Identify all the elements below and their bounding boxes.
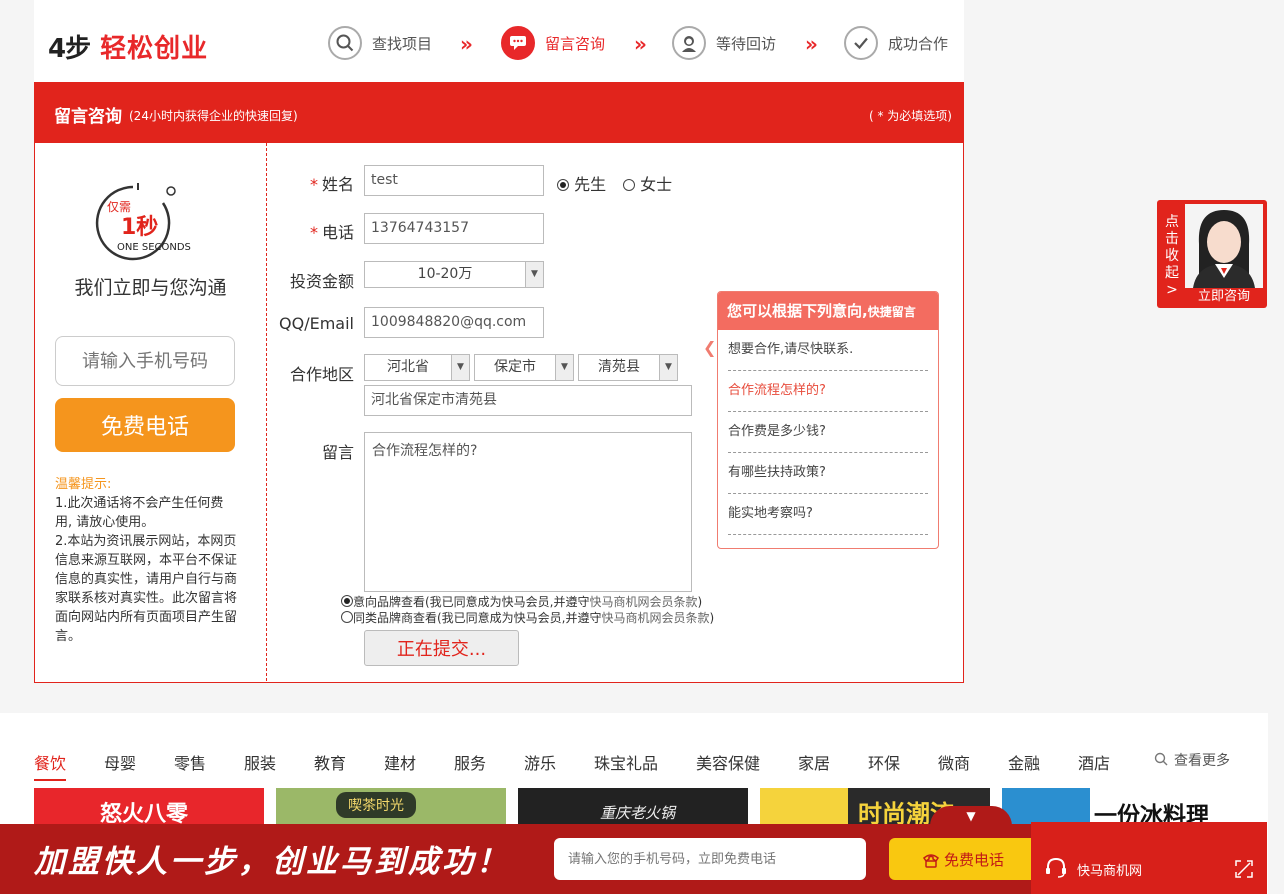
message-textarea[interactable]: 合作流程怎样的? <box>364 432 692 592</box>
name-label: * 姓名 <box>309 175 354 194</box>
phone-icon <box>922 853 939 868</box>
submit-button[interactable]: 正在提交... <box>364 630 519 666</box>
step-arrow: » <box>460 32 473 56</box>
consult-form: 仅需 1秒 ONE SECONDS 我们立即与您沟通 免费电话 温馨提示: 1.… <box>34 143 964 683</box>
footer-phone-input[interactable] <box>554 838 866 880</box>
county-select[interactable]: 清苑县 ▼ <box>578 354 678 381</box>
category-tab[interactable]: 金融 <box>1008 750 1040 774</box>
category-tab[interactable]: 教育 <box>314 750 346 774</box>
agree-similar[interactable]: 同类品牌商查看(我已同意成为快马会员,并遵守快马商机网会员条款) <box>341 609 714 626</box>
step-wait-callback: 等待回访 <box>672 25 776 61</box>
phone-input[interactable]: 13764743157 <box>364 213 544 244</box>
view-more-link[interactable]: 查看更多 <box>1154 750 1230 770</box>
category-tab[interactable]: 游乐 <box>524 750 556 774</box>
step-header: 4步 轻松创业 查找项目 » 留言咨询 » 等待回访 » 成功合作 <box>34 0 964 82</box>
radio-male[interactable] <box>557 179 569 191</box>
step-arrow: » <box>634 32 647 56</box>
chat-label: 快马商机网 <box>1077 864 1143 879</box>
qq-label: QQ/Email <box>279 314 354 333</box>
category-tab[interactable]: 美容保健 <box>696 750 760 774</box>
agent-avatar <box>1185 204 1263 288</box>
footer-call-button[interactable]: 免费电话 <box>889 838 1037 880</box>
category-tab[interactable]: 餐饮 <box>34 750 67 781</box>
address-input[interactable]: 河北省保定市清苑县 <box>364 385 692 416</box>
step-success: 成功合作 <box>844 25 948 61</box>
required-note: ( * 为必填选项) <box>869 109 952 123</box>
online-chat-panel[interactable]: 快马商机网 <box>1031 822 1267 894</box>
category-tab[interactable]: 环保 <box>868 750 900 774</box>
category-tab[interactable]: 微商 <box>938 750 970 774</box>
quick-message-panel: 您可以根据下列意向,快捷留言 想要合作,请尽快联系. 合作流程怎样的? 合作费是… <box>717 291 939 549</box>
step-arrow: » <box>805 32 818 56</box>
category-tab[interactable]: 服务 <box>454 750 486 774</box>
radio-female[interactable] <box>623 179 635 191</box>
category-tab[interactable]: 零售 <box>174 750 206 774</box>
category-tab[interactable]: 建材 <box>384 750 416 774</box>
amount-label: 投资金额 <box>289 272 354 291</box>
quick-item[interactable]: 合作费是多少钱? <box>728 412 928 453</box>
clock-big-text: 1秒 <box>121 215 159 240</box>
category-tab[interactable]: 家居 <box>798 750 830 774</box>
category-tab[interactable]: 服装 <box>244 750 276 774</box>
free-call-button[interactable]: 免费电话 <box>55 398 235 452</box>
form-title-bar: 留言咨询 (24小时内获得企业的快速回复) ( * 为必填选项) <box>34 82 964 143</box>
consult-now-button[interactable]: 立即咨询 <box>1185 288 1263 306</box>
quick-panel-title: 您可以根据下列意向,快捷留言 <box>718 292 938 330</box>
search-icon <box>1154 752 1168 766</box>
radio-agree-brand[interactable] <box>341 595 353 607</box>
gender-female[interactable]: 女士 <box>623 171 672 195</box>
province-select[interactable]: 河北省 ▼ <box>364 354 470 381</box>
qq-input[interactable]: 1009848820@qq.com <box>364 307 544 338</box>
tips-title: 温馨提示: <box>55 477 112 492</box>
quick-item[interactable]: 能实地考察吗? <box>728 494 928 535</box>
tip-2: 2.本站为资讯展示网站，本网页信息来源互联网，本平台不保证信息的真实性，请用户自… <box>55 534 238 644</box>
chevron-down-icon: ▼ <box>525 262 543 287</box>
chat-icon <box>501 26 535 60</box>
chevron-down-icon: ▼ <box>659 355 677 380</box>
quick-item[interactable]: 想要合作,请尽快联系. <box>728 330 928 371</box>
tips: 温馨提示: 1.此次通话将不会产生任何费用, 请放心使用。 2.本站为资讯展示网… <box>55 475 239 646</box>
name-input[interactable]: test <box>364 165 544 196</box>
phone-label: * 电话 <box>309 223 354 242</box>
tagline: 我们立即与您沟通 <box>74 277 227 299</box>
expand-icon[interactable] <box>1235 860 1253 878</box>
step-leave-message: 留言咨询 <box>501 25 605 61</box>
member-terms-link[interactable]: 快马商机网会员条款 <box>602 611 710 625</box>
member-terms-link[interactable]: 快马商机网会员条款 <box>590 595 698 609</box>
footer-slogan: 加盟快人一步，创业马到成功！ <box>34 844 510 880</box>
search-icon <box>328 26 362 60</box>
tip-1: 1.此次通话将不会产生任何费用, 请放心使用。 <box>55 496 224 530</box>
message-label: 留言 <box>321 443 354 462</box>
chevron-down-icon: ▼ <box>555 355 573 380</box>
category-tab[interactable]: 酒店 <box>1078 750 1110 774</box>
gender-male[interactable]: 先生 <box>557 171 606 195</box>
radio-agree-similar[interactable] <box>341 611 353 623</box>
agree-brand[interactable]: 意向品牌查看(我已同意成为快马会员,并遵守快马商机网会员条款) <box>341 593 702 610</box>
category-tab[interactable]: 母婴 <box>104 750 136 774</box>
quick-item[interactable]: 有哪些扶持政策? <box>728 453 928 494</box>
callback-phone-input[interactable] <box>55 336 235 386</box>
form-title: 留言咨询 <box>54 107 122 127</box>
check-icon <box>844 26 878 60</box>
category-tab[interactable]: 珠宝礼品 <box>594 750 658 774</box>
quick-item[interactable]: 合作流程怎样的? <box>728 371 928 412</box>
city-select[interactable]: 保定市 ▼ <box>474 354 574 381</box>
chevron-down-icon: ▼ <box>451 355 469 380</box>
footer-toggle[interactable]: ▼ <box>930 806 1012 826</box>
quick-panel-arrow: ❮ <box>703 338 717 357</box>
headset-icon <box>1046 857 1066 878</box>
step-find-project: 查找项目 <box>328 25 432 61</box>
region-label: 合作地区 <box>289 365 354 384</box>
logo: 4步 轻松创业 <box>48 34 209 64</box>
agent-icon <box>672 26 706 60</box>
amount-select[interactable]: 10-20万 ▼ <box>364 261 544 288</box>
collapse-toggle[interactable]: 点击收起 > <box>1162 214 1182 299</box>
side-consult-widget[interactable]: 点击收起 > 立即咨询 <box>1157 200 1267 308</box>
clock-en-text: ONE SECONDS <box>117 242 191 253</box>
form-subtitle: (24小时内获得企业的快速回复) <box>129 109 298 123</box>
